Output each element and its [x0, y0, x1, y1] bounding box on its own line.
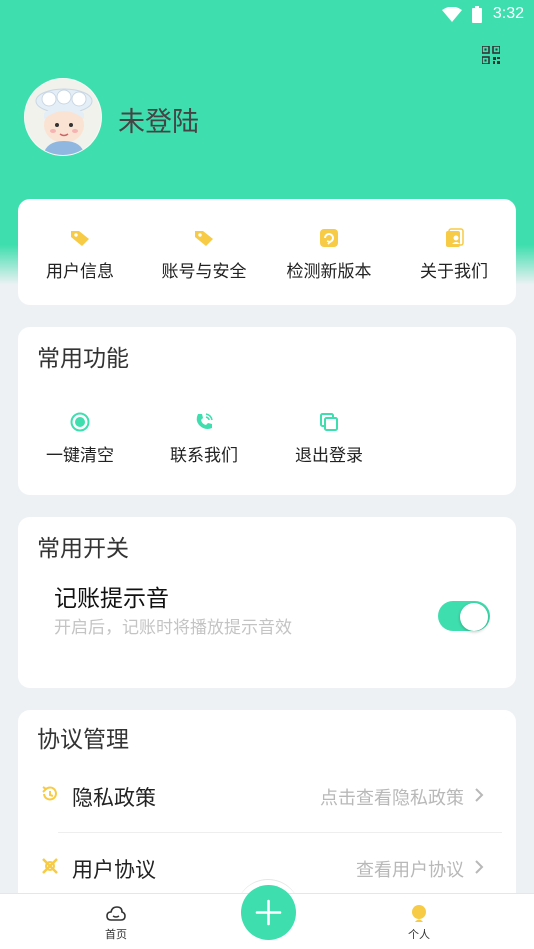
- status-time: 3:32: [492, 5, 524, 22]
- phone-icon: [196, 413, 213, 429]
- quick-menu-card: 用户信息 账号与安全 检测新版本 关于我们: [18, 199, 516, 305]
- login-status-text[interactable]: 未登陆: [118, 100, 199, 139]
- menu-item-check-update[interactable]: 检测新版本: [267, 227, 391, 282]
- section-title: 常用功能: [37, 346, 129, 372]
- sound-setting-description: 开启后，记账时将播放提示音效: [54, 618, 292, 638]
- tag-icon: [71, 231, 89, 246]
- function-label: 一键清空: [46, 446, 114, 466]
- section-title: 常用开关: [37, 536, 129, 562]
- update-icon: [320, 229, 338, 247]
- home-cloud-icon: [106, 906, 126, 921]
- status-bar: 3:32: [0, 0, 534, 30]
- clear-icon: [70, 412, 90, 432]
- tab-profile[interactable]: 个人: [379, 894, 459, 949]
- agreement-icon: [42, 858, 58, 874]
- about-icon: [446, 228, 464, 247]
- menu-item-about-us[interactable]: 关于我们: [392, 227, 516, 282]
- add-record-button[interactable]: [241, 885, 296, 940]
- logout-icon: [320, 413, 338, 431]
- function-label: 退出登录: [295, 446, 363, 466]
- common-functions-card: 常用功能 一键清空 联系我们 退出登录: [18, 327, 516, 495]
- section-title: 协议管理: [37, 727, 129, 753]
- privacy-policy-hint: 点击查看隐私政策: [320, 788, 464, 809]
- privacy-policy-row[interactable]: 隐私政策 点击查看隐私政策: [18, 768, 516, 824]
- menu-item-user-info[interactable]: 用户信息: [18, 227, 142, 282]
- wifi-icon: [442, 7, 462, 22]
- profile-icon: [412, 905, 426, 922]
- function-contact-us[interactable]: 联系我们: [142, 411, 266, 466]
- avatar[interactable]: [24, 78, 102, 156]
- user-agreement-hint: 查看用户协议: [356, 860, 464, 881]
- plus-icon: [255, 899, 282, 926]
- tab-home[interactable]: 首页: [76, 894, 156, 949]
- tag-icon: [195, 231, 213, 246]
- avatar-illustration-icon: [25, 79, 101, 155]
- tab-home-label: 首页: [105, 928, 127, 941]
- qr-code-icon[interactable]: [482, 46, 500, 64]
- battery-icon: [472, 6, 482, 23]
- function-logout[interactable]: 退出登录: [267, 411, 391, 466]
- common-switches-card: 常用开关 记账提示音 开启后，记账时将播放提示音效: [18, 517, 516, 688]
- sound-toggle[interactable]: [438, 601, 490, 631]
- tab-profile-label: 个人: [408, 928, 430, 941]
- privacy-policy-label: 隐私政策: [72, 786, 156, 810]
- function-clear-all[interactable]: 一键清空: [18, 411, 142, 466]
- history-icon: [42, 786, 57, 801]
- sound-setting-label: 记账提示音: [54, 586, 169, 612]
- function-label: 联系我们: [170, 446, 238, 466]
- chevron-right-icon: [475, 788, 484, 802]
- chevron-right-icon: [475, 860, 484, 874]
- user-agreement-label: 用户协议: [72, 858, 156, 882]
- row-divider: [58, 832, 502, 833]
- menu-item-label: 检测新版本: [286, 262, 372, 282]
- menu-item-account-security[interactable]: 账号与安全: [142, 227, 266, 282]
- menu-item-label: 关于我们: [420, 262, 488, 282]
- toggle-knob: [460, 603, 488, 631]
- menu-item-label: 用户信息: [46, 262, 114, 282]
- menu-item-label: 账号与安全: [161, 262, 247, 282]
